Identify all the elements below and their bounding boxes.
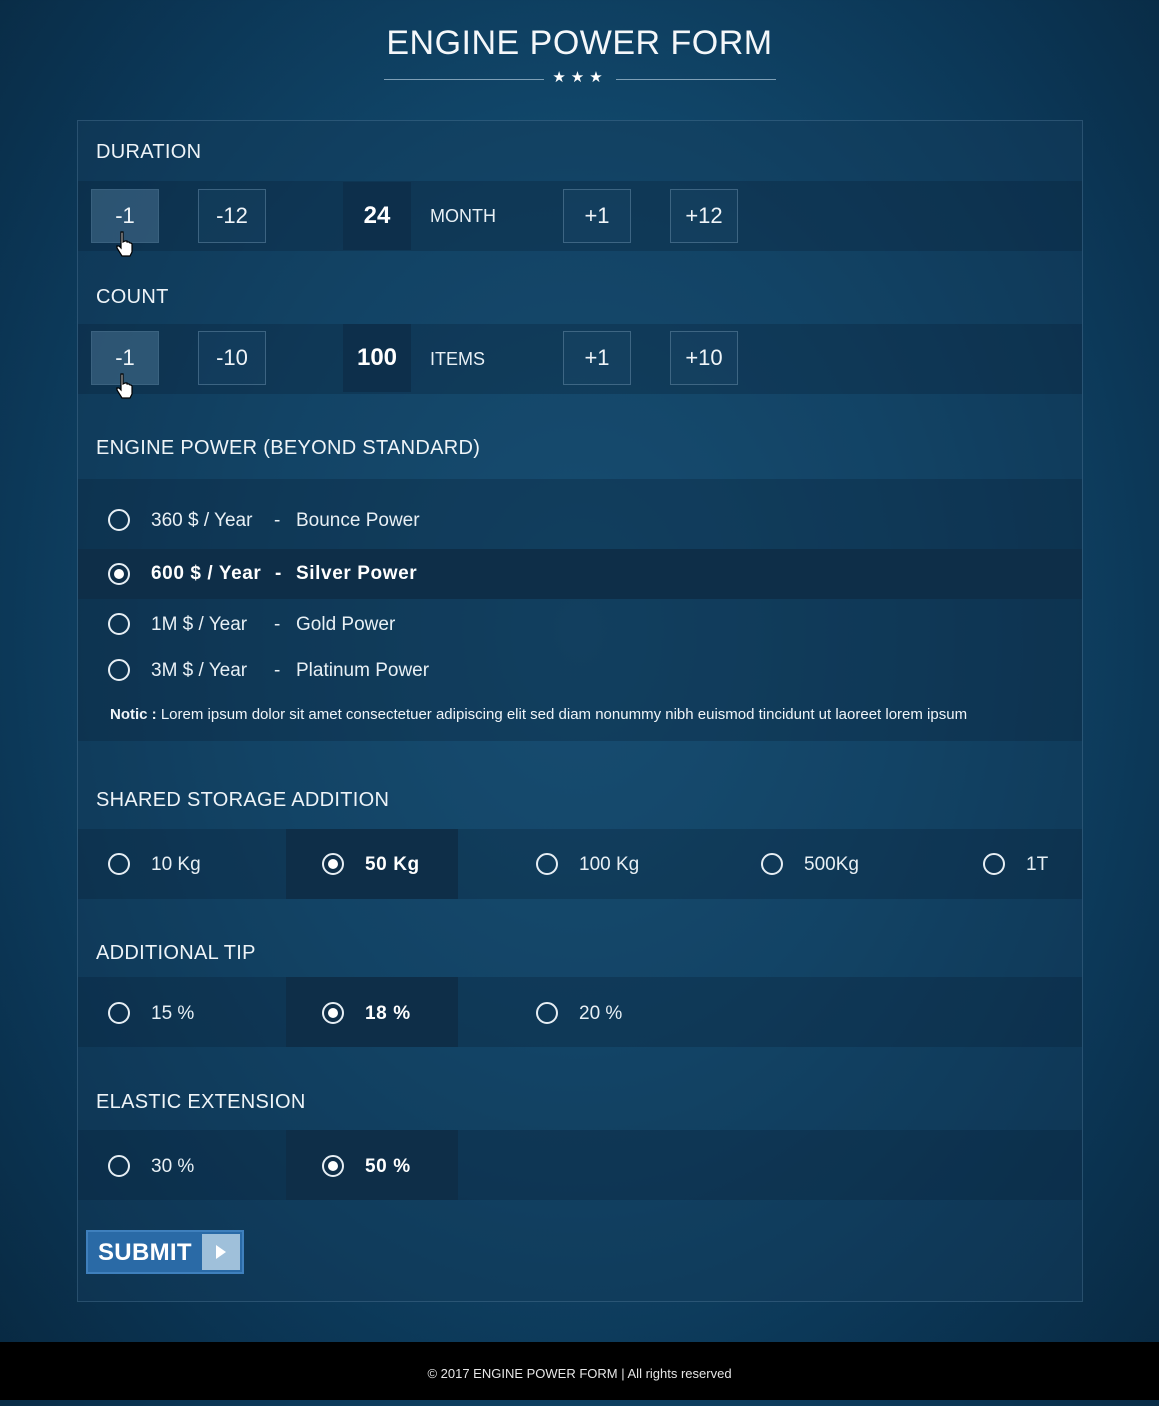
engine-option-2-name: Gold Power	[296, 614, 396, 635]
play-arrow-icon	[202, 1234, 240, 1270]
engine-option-3-name: Platinum Power	[296, 660, 430, 681]
submit-button[interactable]: SUBMIT	[86, 1230, 244, 1274]
hand-cursor-icon	[116, 373, 133, 399]
tip-option-0-radio[interactable]	[108, 1002, 130, 1024]
notice-text: Notic : Lorem ipsum dolor sit amet conse…	[110, 706, 967, 723]
engine-option-0-radio[interactable]	[108, 509, 130, 531]
engine-option-3-radio[interactable]	[108, 659, 130, 681]
engine-option-0-name: Bounce Power	[296, 510, 420, 531]
elastic-option-1-radio[interactable]	[322, 1155, 344, 1177]
duration-plus-1-button[interactable]: +1	[563, 189, 631, 243]
engine-option-2-price: 1M $ / Year	[151, 614, 248, 635]
engine-option-1-price: 600 $ / Year	[151, 563, 262, 584]
storage-option-2-radio[interactable]	[536, 853, 558, 875]
engine-option-0-price: 360 $ / Year	[151, 510, 253, 531]
count-plus-1-button[interactable]: +1	[563, 331, 631, 385]
engine-power-heading: ENGINE POWER (BEYOND STANDARD)	[96, 437, 481, 459]
submit-label: SUBMIT	[98, 1239, 192, 1266]
storage-option-0-radio[interactable]	[108, 853, 130, 875]
storage-option-4-radio[interactable]	[983, 853, 1005, 875]
tip-option-1-radio[interactable]	[322, 1002, 344, 1024]
engine-option-0-sep: -	[274, 510, 281, 531]
title-rule-left	[384, 79, 544, 80]
duration-value: 24	[343, 182, 411, 250]
storage-heading: SHARED STORAGE ADDITION	[96, 789, 390, 811]
stars-decoration: ★★★	[552, 69, 608, 86]
footer: © 2017 ENGINE POWER FORM | All rights re…	[0, 1342, 1159, 1400]
hand-cursor-icon	[116, 231, 133, 257]
engine-option-2-sep: -	[274, 614, 281, 635]
storage-option-0-label: 10 Kg	[151, 854, 201, 875]
storage-option-4-label: 1T	[1026, 854, 1049, 875]
tip-option-1-label: 18 %	[365, 1003, 411, 1024]
duration-minus-12-button[interactable]: -12	[198, 189, 266, 243]
engine-option-1-sep: -	[275, 563, 282, 584]
elastic-option-0-label: 30 %	[151, 1156, 195, 1177]
engine-option-2-radio[interactable]	[108, 613, 130, 635]
count-unit: ITEMS	[430, 349, 486, 369]
elastic-heading: ELASTIC EXTENSION	[96, 1091, 306, 1113]
count-plus-10-button[interactable]: +10	[670, 331, 738, 385]
count-minus-10-button[interactable]: -10	[198, 331, 266, 385]
tip-option-0-label: 15 %	[151, 1003, 195, 1024]
engine-option-1-name: Silver Power	[296, 563, 418, 584]
storage-option-3-radio[interactable]	[761, 853, 783, 875]
count-heading: COUNT	[96, 286, 169, 308]
engine-option-3-price: 3M $ / Year	[151, 660, 248, 681]
duration-plus-12-button[interactable]: +12	[670, 189, 738, 243]
engine-option-3-sep: -	[274, 660, 281, 681]
storage-option-1-radio[interactable]	[322, 853, 344, 875]
storage-option-1-label: 50 Kg	[365, 854, 420, 875]
page-title: ENGINE POWER FORM	[386, 24, 773, 62]
storage-option-3-label: 500Kg	[804, 854, 859, 875]
elastic-row	[78, 1130, 1082, 1200]
notice-body: Lorem ipsum dolor sit amet consectetuer …	[160, 706, 968, 723]
tip-option-2-label: 20 %	[579, 1003, 623, 1024]
tip-heading: ADDITIONAL TIP	[96, 942, 256, 964]
engine-power-form: DURATION -1 -12 24 MONTH +1 +12 COUNT -1…	[77, 120, 1083, 1302]
elastic-option-1-label: 50 %	[365, 1156, 411, 1177]
duration-unit: MONTH	[430, 206, 496, 226]
count-value: 100	[343, 324, 411, 392]
tip-option-2-radio[interactable]	[536, 1002, 558, 1024]
engine-option-1-radio[interactable]	[108, 563, 130, 585]
storage-option-2-label: 100 Kg	[579, 854, 640, 875]
notice-label: Notic :	[110, 706, 157, 723]
elastic-option-0-radio[interactable]	[108, 1155, 130, 1177]
title-rule-right	[616, 79, 776, 80]
duration-heading: DURATION	[96, 141, 202, 163]
